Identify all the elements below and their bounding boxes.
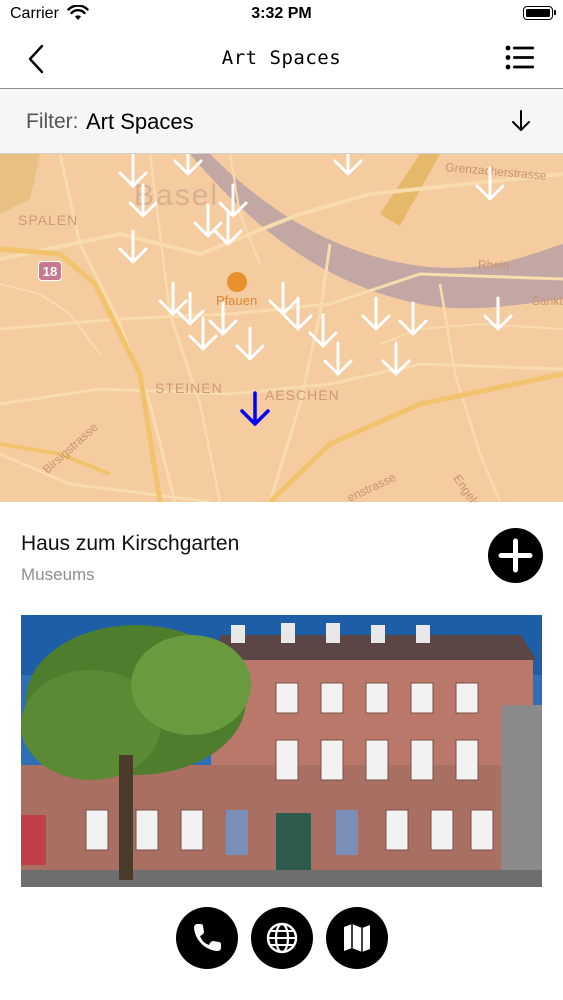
map-icon <box>344 924 370 952</box>
map-marker[interactable] <box>185 315 221 353</box>
map-view[interactable]: Basel SPALEN STEINEN AESCHEN Rhein Grenz… <box>0 154 563 502</box>
directions-button[interactable] <box>326 907 388 969</box>
list-view-button[interactable] <box>505 44 535 72</box>
navigation-bar: Art Spaces <box>0 30 563 89</box>
phone-icon <box>194 924 221 951</box>
map-marker[interactable] <box>115 228 151 266</box>
selected-map-marker[interactable] <box>237 390 273 428</box>
map-marker[interactable] <box>472 165 508 203</box>
plus-icon <box>498 538 533 573</box>
map-label-steinen: STEINEN <box>155 380 223 396</box>
place-category: Museums <box>21 565 95 584</box>
status-time: 3:32 PM <box>251 5 312 22</box>
map-marker[interactable] <box>125 182 161 220</box>
website-button[interactable] <box>251 907 313 969</box>
filter-value[interactable]: Art Spaces <box>86 109 194 135</box>
map-label-sankt: Sankt <box>532 294 563 308</box>
battery-level <box>526 9 550 17</box>
globe-icon <box>266 922 298 954</box>
call-button[interactable] <box>176 907 238 969</box>
filter-bar[interactable]: Filter: Art Spaces <box>0 89 563 154</box>
map-marker[interactable] <box>232 325 268 363</box>
map-label-spalen: SPALEN <box>18 212 79 228</box>
place-photo <box>21 615 542 887</box>
map-marker[interactable] <box>170 154 206 178</box>
map-marker[interactable] <box>480 295 516 333</box>
map-label-aeschen: AESCHEN <box>265 387 340 403</box>
map-marker[interactable] <box>395 300 431 338</box>
page-title: Art Spaces <box>221 47 342 69</box>
list-icon <box>505 45 534 70</box>
arrow-down-icon[interactable] <box>509 109 533 133</box>
status-bar: Carrier 3:32 PM <box>0 0 563 30</box>
map-marker[interactable] <box>378 340 414 378</box>
map-label-rhein: Rhein <box>478 258 510 272</box>
map-marker[interactable] <box>210 210 246 248</box>
add-favorite-button[interactable] <box>488 528 543 583</box>
map-marker[interactable] <box>330 154 366 178</box>
place-name: Haus zum Kirschgarten <box>21 532 240 555</box>
route-badge: 18 <box>38 261 62 281</box>
cart-icon <box>227 272 247 292</box>
map-marker[interactable] <box>358 295 394 333</box>
battery-icon <box>523 6 556 20</box>
map-marker[interactable] <box>320 340 356 378</box>
filter-label: Filter: <box>26 110 79 133</box>
